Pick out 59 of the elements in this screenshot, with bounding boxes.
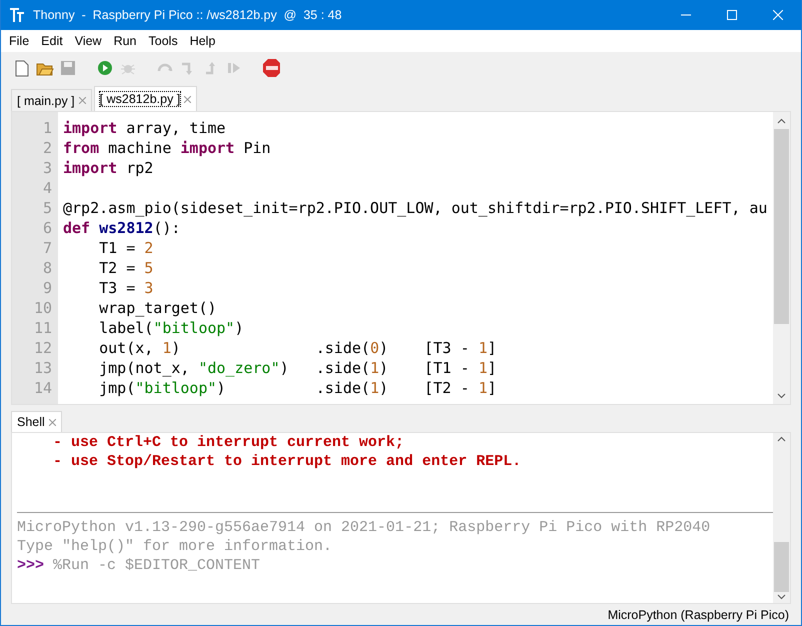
- code-line: wrap_target(): [98, 298, 218, 318]
- shell-info-text: MicroPython v1.13-290-g556ae7914 on 2021-01-21; Raspberry Pi Pico with RP2040: [17, 518, 712, 537]
- line-number: 9: [42, 278, 53, 298]
- shell-command-line: >>> %Run -c $EDITOR_CONTENT: [17, 556, 262, 575]
- line-number: 6: [42, 218, 53, 238]
- menu-item[interactable]: File: [3, 34, 36, 48]
- editor-tab[interactable]: [ main.py ]: [11, 89, 92, 111]
- editor-tab[interactable]: [ ws2812b.py ]: [94, 86, 198, 111]
- code-line: T3 = 3: [98, 278, 154, 298]
- shell-tab[interactable]: Shell: [11, 411, 62, 432]
- menu-item[interactable]: Run: [108, 34, 143, 48]
- code-line: jmp(not_x, "do_zero") .side(1) [T1 - 1]: [98, 358, 498, 378]
- shell-console[interactable]: [11, 432, 791, 604]
- close-icon[interactable]: [78, 97, 86, 104]
- code-line: from machine import Pin: [63, 138, 272, 158]
- line-number: 13: [32, 358, 53, 378]
- line-number: 3: [42, 158, 53, 178]
- line-number: 12: [32, 338, 53, 358]
- chevron-up-icon[interactable]: [777, 118, 786, 124]
- line-number: 2: [42, 138, 53, 158]
- code-line: T2 = 5: [98, 258, 154, 278]
- chevron-down-icon[interactable]: [777, 594, 786, 600]
- shell-info-text: Type "help()" for more information.: [17, 537, 334, 556]
- line-number: 1: [42, 118, 53, 138]
- scrollbar[interactable]: [773, 112, 790, 404]
- menu-item[interactable]: View: [68, 34, 108, 48]
- line-number: 7: [42, 238, 53, 258]
- code-editor[interactable]: [11, 111, 791, 405]
- code-line: out(x, 1) .side(0) [T3 - 1]: [98, 338, 498, 358]
- line-number: 10: [32, 298, 53, 318]
- code-line: jmp("bitloop") .side(1) [T2 - 1]: [98, 378, 498, 398]
- line-number: 14: [32, 378, 53, 398]
- line-number: 8: [42, 258, 53, 278]
- menu-item[interactable]: Help: [184, 34, 222, 48]
- code-line: import rp2: [63, 158, 154, 178]
- close-icon[interactable]: [184, 96, 192, 102]
- line-number: 5: [42, 198, 53, 218]
- window-title: Thonny - Raspberry Pi Pico :: /ws2812b.py @ 35 : 48: [33, 8, 343, 22]
- new-file-icon[interactable]: [13, 59, 31, 77]
- line-number: 11: [32, 318, 53, 338]
- play-icon[interactable]: [96, 59, 114, 77]
- maximize-icon[interactable]: [727, 10, 737, 20]
- code-line: @rp2.asm_pio(sideset_init=rp2.PIO.OUT_LOW, out_shiftdir=rp2.PIO.SHIFT_LEFT, au: [63, 198, 768, 218]
- menu-item[interactable]: Tools: [142, 34, 184, 48]
- line-number: 4: [42, 178, 53, 198]
- app-logo-icon: [9, 7, 25, 23]
- stop-sign-icon[interactable]: [262, 59, 280, 77]
- code-line: T1 = 2: [98, 238, 154, 258]
- code-line: label("bitloop"): [98, 318, 245, 338]
- shell-error-text: - use Ctrl+C to interrupt current work;: [52, 433, 406, 452]
- status-text[interactable]: MicroPython (Raspberry Pi Pico): [608, 608, 789, 622]
- scrollbar[interactable]: [773, 433, 790, 603]
- chevron-up-icon[interactable]: [777, 436, 786, 442]
- code-line: import array, time: [63, 118, 227, 138]
- close-icon[interactable]: [48, 418, 56, 426]
- menu-item[interactable]: Edit: [35, 34, 69, 48]
- shell-error-text: - use Stop/Restart to interrupt more and enter REPL.: [52, 452, 522, 471]
- code-line: def ws2812():: [63, 218, 182, 238]
- chevron-down-icon[interactable]: [777, 392, 786, 398]
